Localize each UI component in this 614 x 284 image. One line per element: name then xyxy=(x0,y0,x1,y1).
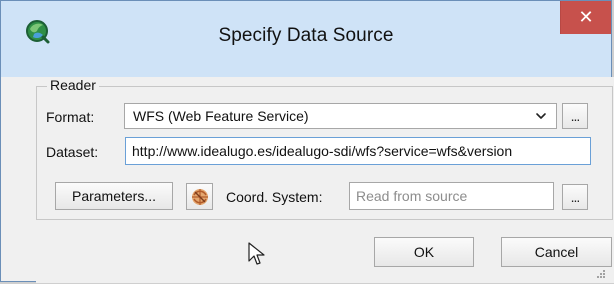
resize-grip-icon[interactable] xyxy=(596,266,606,278)
mouse-cursor-icon xyxy=(247,241,267,267)
format-select[interactable]: WFS (Web Feature Service) xyxy=(124,103,557,129)
format-label: Format: xyxy=(46,109,95,125)
dataset-label: Dataset: xyxy=(46,144,99,160)
dialog-title: Specify Data Source xyxy=(218,25,394,46)
coord-system-input[interactable]: Read from source xyxy=(349,182,554,210)
specify-data-source-dialog: Specify Data Source ✕ Reader Format: WFS… xyxy=(0,0,614,283)
ok-button[interactable]: OK xyxy=(374,237,474,267)
cancel-button[interactable]: Cancel xyxy=(501,237,612,267)
dataset-input[interactable]: http://www.idealugo.es/idealugo-sdi/wfs?… xyxy=(125,137,591,165)
format-select-value: WFS (Web Feature Service) xyxy=(133,108,309,124)
chevron-down-icon xyxy=(534,109,548,123)
parameters-button[interactable]: Parameters... xyxy=(55,182,173,210)
format-browse-button[interactable]: ... xyxy=(562,103,588,129)
close-icon: ✕ xyxy=(578,7,594,27)
title-bar[interactable]: Specify Data Source ✕ xyxy=(1,1,611,77)
reader-group-title: Reader xyxy=(47,77,99,93)
close-button[interactable]: ✕ xyxy=(560,1,611,34)
coordinate-system-icon[interactable] xyxy=(186,183,213,210)
reader-groupbox: Reader Format: WFS (Web Feature Service)… xyxy=(36,77,613,220)
coord-system-browse-button[interactable]: ... xyxy=(562,184,588,210)
dialog-content: Reader Format: WFS (Web Feature Service)… xyxy=(36,77,614,283)
coord-system-label: Coord. System: xyxy=(226,189,323,205)
